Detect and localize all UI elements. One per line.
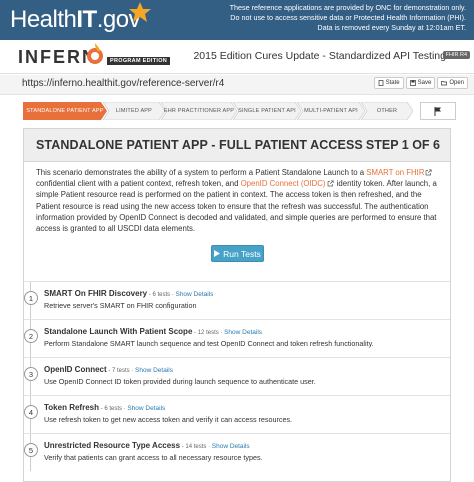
- disclaimer-line: Do not use to access sensitive data or P…: [230, 13, 466, 22]
- app-header: INFERN PROGRAM EDITION 2015 Edition Cure…: [0, 40, 474, 74]
- scenario-description: This scenario demonstrates the ability o…: [36, 167, 444, 234]
- test-count: - 6 tests ·: [98, 406, 128, 412]
- test-description: Perform Standalone SMART launch sequence…: [44, 339, 374, 348]
- test-title: SMART On FHIR Discovery - 6 tests · Show…: [44, 289, 213, 298]
- step-indicator: STEP 1 OF 6: [365, 138, 440, 152]
- step-label: Standalone Patient App: [26, 108, 104, 114]
- test-count: - 14 tests ·: [180, 444, 212, 450]
- test-name: SMART On FHIR Discovery: [44, 289, 148, 298]
- test-row: 5 Unrestricted Resource Type Access - 14…: [24, 433, 450, 471]
- test-title: OpenID Connect - 7 tests · Show Details: [44, 365, 173, 374]
- step-tab-multi-patient-api[interactable]: Multi-Patient API: [297, 102, 365, 120]
- step-tab-ehr-practitioner-app[interactable]: EHR Practitioner App: [161, 102, 237, 120]
- server-url-bar: https://inferno.healthit.gov/reference-s…: [0, 75, 474, 95]
- test-list: 1 SMART On FHIR Discovery - 6 tests · Sh…: [24, 281, 450, 471]
- flag-button[interactable]: [420, 102, 456, 120]
- show-details-link[interactable]: Show Details: [135, 367, 173, 374]
- test-count: - 12 tests ·: [192, 330, 225, 336]
- test-row: 2 Standalone Launch With Patient Scope -…: [24, 319, 450, 357]
- healthit-logo[interactable]: HealthIT.gov: [10, 5, 141, 35]
- desc-text: confidential client with a patient conte…: [36, 179, 241, 189]
- step-label: Other: [376, 108, 398, 114]
- test-sequence-card: STANDALONE PATIENT APP - FULL PATIENT AC…: [23, 128, 451, 482]
- disclaimer-line: These reference applications are provide…: [229, 3, 466, 12]
- disclaimer-line: Data is removed every Sunday at 12:01am …: [317, 23, 466, 32]
- openid-connect-link[interactable]: OpenID Connect (OIDC): [241, 179, 326, 188]
- step-label: EHR Practitioner App: [163, 108, 235, 114]
- run-tests-button[interactable]: Run Tests: [211, 245, 264, 262]
- test-description: Use OpenID Connect ID token provided dur…: [44, 377, 316, 386]
- card-header: STANDALONE PATIENT APP - FULL PATIENT AC…: [24, 129, 450, 162]
- test-name: Unrestricted Resource Type Access: [44, 441, 181, 450]
- test-description: Verify that patients can grant access to…: [44, 453, 263, 462]
- test-description: Retrieve server's SMART on FHIR configur…: [44, 301, 197, 310]
- step-tab-standalone-patient-app[interactable]: Standalone Patient App: [23, 102, 107, 120]
- program-edition-badge: PROGRAM EDITION: [107, 57, 171, 65]
- play-icon: [214, 250, 221, 257]
- test-name: Standalone Launch With Patient Scope: [44, 327, 193, 336]
- flame-icon: [87, 43, 103, 64]
- test-count: - 7 tests ·: [106, 368, 136, 374]
- test-number: 4: [24, 405, 38, 419]
- test-number: 1: [24, 291, 38, 305]
- test-title: Unrestricted Resource Type Access - 14 t…: [44, 441, 250, 450]
- test-name: Token Refresh: [44, 403, 99, 412]
- test-number: 3: [24, 367, 38, 381]
- step-tab-single-patient-api[interactable]: Single Patient API: [233, 102, 301, 120]
- demo-disclaimer: These reference applications are provide…: [166, 3, 466, 33]
- test-row: 4 Token Refresh - 6 tests · Show Details…: [24, 395, 450, 433]
- save-label: Save: [417, 80, 432, 86]
- test-title: Standalone Launch With Patient Scope - 1…: [44, 327, 262, 336]
- card-title: STANDALONE PATIENT APP - FULL PATIENT AC…: [36, 138, 363, 152]
- state-label: State: [385, 80, 400, 86]
- save-button[interactable]: Save: [405, 77, 436, 89]
- open-label: Open: [449, 80, 464, 86]
- smart-on-fhir-link[interactable]: SMART on FHIR: [366, 168, 424, 177]
- test-row: 3 OpenID Connect - 7 tests · Show Detail…: [24, 357, 450, 395]
- brand-health: Health: [10, 6, 77, 33]
- step-tab-other[interactable]: Other: [361, 102, 413, 120]
- test-count: - 6 tests ·: [147, 292, 176, 298]
- flag-icon: [434, 106, 441, 116]
- step-label: Single Patient API: [238, 108, 296, 114]
- external-link-icon: [327, 180, 334, 187]
- test-row: 1 SMART On FHIR Discovery - 6 tests · Sh…: [24, 281, 450, 319]
- step-tab-limited-app[interactable]: Limited App: [103, 102, 165, 120]
- star-icon: [129, 2, 151, 22]
- external-link-icon: [426, 169, 433, 176]
- run-tests-label: Run Tests: [223, 248, 261, 259]
- page-title: 2015 Edition Cures Update - Standardized…: [193, 50, 446, 62]
- server-url: https://inferno.healthit.gov/reference-s…: [22, 78, 225, 89]
- test-title: Token Refresh - 6 tests · Show Details: [44, 403, 165, 412]
- step-label: Limited App: [115, 108, 153, 114]
- show-details-link[interactable]: Show Details: [224, 329, 262, 336]
- top-banner: HealthIT.gov These reference application…: [0, 0, 474, 40]
- test-number: 2: [24, 329, 38, 343]
- test-number: 5: [24, 443, 38, 457]
- show-details-link[interactable]: Show Details: [127, 405, 165, 412]
- open-button[interactable]: Open: [437, 77, 468, 89]
- fhir-version-badge: FHIR R4: [442, 51, 470, 59]
- test-description: Use refresh token to get new access toke…: [44, 415, 293, 424]
- folder-icon: [441, 81, 448, 86]
- step-label: Multi-Patient API: [304, 108, 358, 114]
- save-icon: [409, 80, 416, 86]
- url-actions: State Save Open: [373, 77, 468, 89]
- brand-it: IT: [76, 6, 97, 33]
- step-navigation: Standalone Patient App Limited App EHR P…: [0, 102, 474, 120]
- test-name: OpenID Connect: [44, 365, 107, 374]
- file-icon: [378, 80, 383, 86]
- state-button[interactable]: State: [373, 77, 404, 89]
- show-details-link[interactable]: Show Details: [175, 291, 213, 298]
- desc-text: This scenario demonstrates the ability o…: [36, 168, 367, 177]
- show-details-link[interactable]: Show Details: [212, 443, 250, 450]
